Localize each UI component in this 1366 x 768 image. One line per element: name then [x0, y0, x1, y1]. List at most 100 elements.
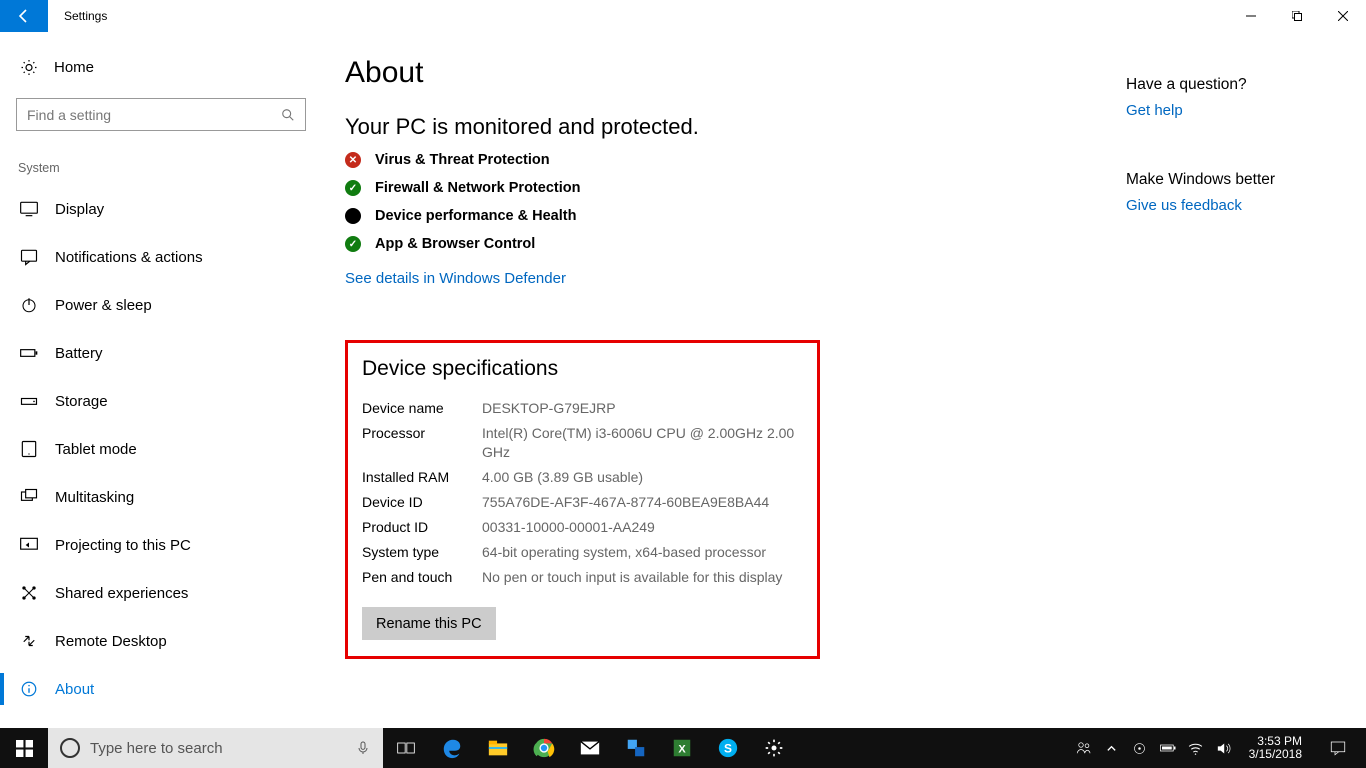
- app1-icon[interactable]: [613, 728, 659, 768]
- sidebar-item-label: Remote Desktop: [55, 633, 167, 650]
- spec-value: 755A76DE-AF3F-467A-8774-60BEA9E8BA44: [482, 493, 803, 512]
- battery-icon: [19, 343, 39, 363]
- location-icon[interactable]: [1131, 728, 1149, 768]
- sidebar-item-shared[interactable]: Shared experiences: [16, 569, 299, 617]
- sidebar-item-multitasking[interactable]: Multitasking: [16, 473, 299, 521]
- svg-text:S: S: [724, 742, 732, 756]
- remote-icon: [19, 631, 39, 651]
- spec-label: System type: [362, 543, 482, 562]
- spec-label: Pen and touch: [362, 568, 482, 587]
- volume-icon[interactable]: [1215, 728, 1233, 768]
- search-input[interactable]: Find a setting: [16, 98, 306, 131]
- sidebar-item-projecting[interactable]: Projecting to this PC: [16, 521, 299, 569]
- minimize-button[interactable]: [1228, 0, 1274, 32]
- tray-date: 3/15/2018: [1249, 748, 1302, 761]
- tray-chevron-up-icon[interactable]: [1103, 728, 1121, 768]
- display-icon: [19, 199, 39, 219]
- spec-label: Device ID: [362, 493, 482, 512]
- title-bar: Settings: [0, 0, 1366, 32]
- device-spec-heading: Device specifications: [362, 357, 803, 381]
- rail-heading: Have a question?: [1126, 76, 1346, 94]
- wifi-icon[interactable]: [1187, 728, 1205, 768]
- device-specifications-box: Device specifications Device nameDESKTOP…: [345, 340, 820, 659]
- search-placeholder: Find a setting: [27, 107, 281, 123]
- explorer-icon[interactable]: [475, 728, 521, 768]
- sidebar-item-storage[interactable]: Storage: [16, 377, 299, 425]
- tray-clock[interactable]: 3:53 PM 3/15/2018: [1243, 735, 1308, 761]
- taskview-icon[interactable]: [383, 728, 429, 768]
- sidebar-item-display[interactable]: Display: [16, 185, 299, 233]
- sidebar-item-label: Storage: [55, 393, 108, 410]
- spec-value: 00331-10000-00001-AA249: [482, 518, 803, 537]
- system-tray: 3:53 PM 3/15/2018: [1067, 728, 1366, 768]
- home-button[interactable]: Home: [16, 58, 299, 94]
- spec-row-device-name: Device nameDESKTOP-G79EJRP: [362, 399, 803, 418]
- status-label: Device performance & Health: [375, 208, 576, 224]
- sidebar-item-power[interactable]: Power & sleep: [16, 281, 299, 329]
- svg-text:X: X: [678, 744, 686, 756]
- spec-row-ram: Installed RAM4.00 GB (3.89 GB usable): [362, 468, 803, 487]
- edge-icon[interactable]: [429, 728, 475, 768]
- defender-link[interactable]: See details in Windows Defender: [345, 270, 566, 287]
- action-center-icon[interactable]: [1318, 739, 1358, 757]
- sidebar-item-about[interactable]: About: [16, 665, 299, 713]
- taskbar-search-placeholder: Type here to search: [90, 740, 223, 757]
- rail-feedback-group: Make Windows better Give us feedback: [1126, 171, 1346, 214]
- status-info-icon: [345, 208, 361, 224]
- right-rail: Have a question? Get help Make Windows b…: [1126, 76, 1346, 266]
- sidebar-item-label: Notifications & actions: [55, 249, 203, 266]
- settings-taskbar-icon[interactable]: [751, 728, 797, 768]
- status-bad-icon: ✕: [345, 152, 361, 168]
- sidebar-item-label: About: [55, 681, 94, 698]
- close-button[interactable]: [1320, 0, 1366, 32]
- sidebar-item-battery[interactable]: Battery: [16, 329, 299, 377]
- taskbar-apps: X S: [383, 728, 797, 768]
- spec-value: 64-bit operating system, x64-based proce…: [482, 543, 803, 562]
- sidebar-item-label: Shared experiences: [55, 585, 188, 602]
- sidebar-item-notifications[interactable]: Notifications & actions: [16, 233, 299, 281]
- home-label: Home: [54, 59, 94, 76]
- shared-icon: [19, 583, 39, 603]
- app-body: Home Find a setting System Display Notif…: [0, 32, 1366, 737]
- search-icon: [281, 108, 295, 122]
- sidebar: Home Find a setting System Display Notif…: [0, 32, 315, 737]
- taskbar-search[interactable]: Type here to search: [48, 728, 383, 768]
- sidebar-item-remote[interactable]: Remote Desktop: [16, 617, 299, 665]
- spec-row-pen: Pen and touchNo pen or touch input is av…: [362, 568, 803, 587]
- sidebar-item-label: Power & sleep: [55, 297, 152, 314]
- taskbar: Type here to search X S 3:53 PM 3/15/201…: [0, 728, 1366, 768]
- status-label: App & Browser Control: [375, 236, 535, 252]
- spec-value: 4.00 GB (3.89 GB usable): [482, 468, 803, 487]
- skype-icon[interactable]: S: [705, 728, 751, 768]
- status-label: Virus & Threat Protection: [375, 152, 550, 168]
- excel-icon[interactable]: X: [659, 728, 705, 768]
- spec-label: Processor: [362, 424, 482, 462]
- cortana-icon: [60, 738, 80, 758]
- multitask-icon: [19, 487, 39, 507]
- people-icon[interactable]: [1075, 728, 1093, 768]
- get-help-link[interactable]: Get help: [1126, 102, 1183, 119]
- sidebar-nav: Display Notifications & actions Power & …: [16, 185, 299, 713]
- mail-icon[interactable]: [567, 728, 613, 768]
- project-icon: [19, 535, 39, 555]
- status-good-icon: ✓: [345, 180, 361, 196]
- sidebar-item-tablet[interactable]: Tablet mode: [16, 425, 299, 473]
- sidebar-item-label: Multitasking: [55, 489, 134, 506]
- rename-pc-button[interactable]: Rename this PC: [362, 607, 496, 640]
- sidebar-item-label: Projecting to this PC: [55, 537, 191, 554]
- maximize-button[interactable]: [1274, 0, 1320, 32]
- spec-row-processor: ProcessorIntel(R) Core(TM) i3-6006U CPU …: [362, 424, 803, 462]
- storage-icon: [19, 391, 39, 411]
- start-button[interactable]: [0, 728, 48, 768]
- spec-value: No pen or touch input is available for t…: [482, 568, 803, 587]
- back-button[interactable]: [0, 0, 48, 32]
- sidebar-item-label: Display: [55, 201, 104, 218]
- mic-icon[interactable]: [355, 740, 371, 756]
- chrome-icon[interactable]: [521, 728, 567, 768]
- spec-value: DESKTOP-G79EJRP: [482, 399, 803, 418]
- main-content: About Your PC is monitored and protected…: [315, 32, 1366, 737]
- spec-row-product-id: Product ID00331-10000-00001-AA249: [362, 518, 803, 537]
- give-feedback-link[interactable]: Give us feedback: [1126, 197, 1242, 214]
- power-icon: [19, 295, 39, 315]
- battery-tray-icon[interactable]: [1159, 728, 1177, 768]
